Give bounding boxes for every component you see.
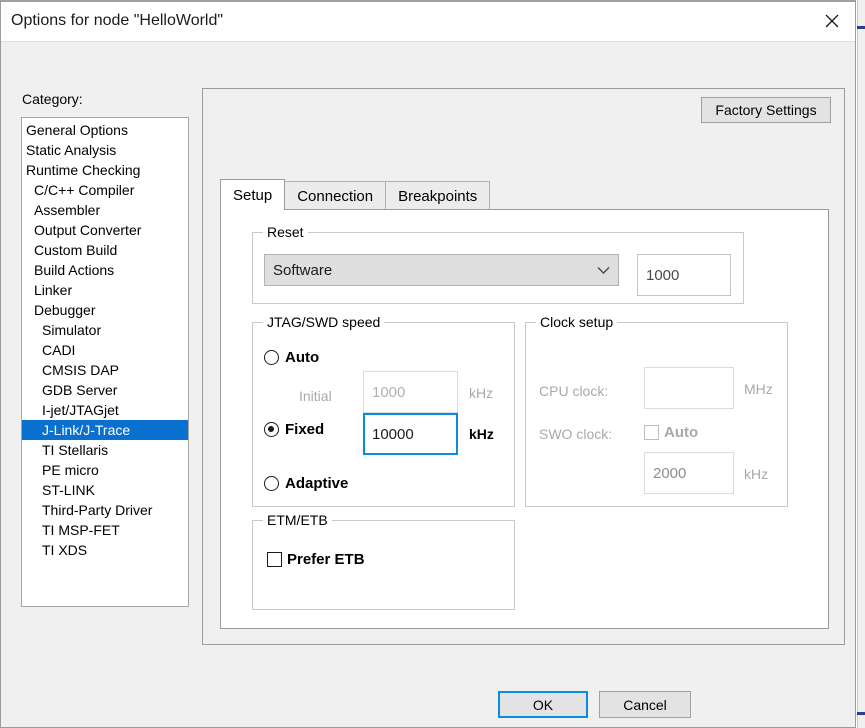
cpu-clock-input <box>644 367 734 409</box>
initial-speed-unit: kHz <box>469 385 494 401</box>
category-item[interactable]: I-jet/JTAGjet <box>22 400 188 420</box>
tab-breakpoints[interactable]: Breakpoints <box>385 181 491 210</box>
category-item[interactable]: PE micro <box>22 460 188 480</box>
swo-clock-input <box>644 452 734 494</box>
initial-speed-input <box>363 371 458 413</box>
category-item[interactable]: Output Converter <box>22 220 188 240</box>
category-item[interactable]: Build Actions <box>22 260 188 280</box>
fixed-speed-unit: kHz <box>469 426 494 442</box>
dialog-title: Options for node "HelloWorld" <box>11 12 224 29</box>
swo-auto-label: Auto <box>664 424 699 441</box>
chevron-down-icon <box>588 266 618 275</box>
category-item[interactable]: Simulator <box>22 320 188 340</box>
category-item[interactable]: CMSIS DAP <box>22 360 188 380</box>
radio-adaptive-label: Adaptive <box>285 475 349 492</box>
checkbox-prefer-etb[interactable]: Prefer ETB <box>267 551 365 568</box>
category-item[interactable]: Custom Build <box>22 240 188 260</box>
options-dialog: Options for node "HelloWorld" Category: … <box>0 0 856 728</box>
background-window-strip <box>857 0 865 728</box>
reset-mode-dropdown[interactable]: Software <box>264 254 619 286</box>
category-item[interactable]: GDB Server <box>22 380 188 400</box>
radio-adaptive-indicator <box>264 476 279 491</box>
group-reset-title: Reset <box>263 224 308 240</box>
group-clock-setup: Clock setup CPU clock: MHz SWO clock: Au… <box>525 314 788 507</box>
ok-button[interactable]: OK <box>498 691 588 718</box>
tab-connection[interactable]: Connection <box>284 181 387 210</box>
swo-clock-label: SWO clock: <box>539 426 613 442</box>
category-item[interactable]: TI Stellaris <box>22 440 188 460</box>
category-item[interactable]: Third-Party Driver <box>22 500 188 520</box>
category-label: Category: <box>22 91 83 107</box>
settings-panel: Factory Settings Setup Connection Breakpoi… <box>202 88 845 645</box>
swo-clock-unit: kHz <box>744 466 769 482</box>
group-clock-title: Clock setup <box>536 314 618 330</box>
group-etm-title: ETM/ETB <box>263 512 332 528</box>
factory-settings-button[interactable]: Factory Settings <box>701 97 831 123</box>
category-item[interactable]: Linker <box>22 280 188 300</box>
radio-speed-fixed[interactable]: Fixed <box>264 421 324 438</box>
radio-auto-indicator <box>264 350 279 365</box>
category-item[interactable]: Assembler <box>22 200 188 220</box>
checkbox-swo-auto: Auto <box>644 424 698 441</box>
category-listbox[interactable]: General Options Static Analysis Runtime Ch… <box>21 117 189 607</box>
tab-page-setup: Reset Software JTAG/SWD speed Auto <box>220 209 829 629</box>
group-jtag-swd-speed: JTAG/SWD speed Auto Initial kHz Fixed kH… <box>252 314 515 507</box>
background-window-accent-bottom <box>857 712 865 715</box>
radio-speed-auto[interactable]: Auto <box>264 349 319 366</box>
category-item[interactable]: C/C++ Compiler <box>22 180 188 200</box>
fixed-speed-input[interactable] <box>363 413 458 455</box>
group-reset: Reset Software <box>252 224 744 304</box>
category-item[interactable]: TI XDS <box>22 540 188 560</box>
group-jtag-title: JTAG/SWD speed <box>263 314 385 330</box>
cpu-clock-label: CPU clock: <box>539 383 609 399</box>
prefer-etb-checkbox-indicator <box>267 552 282 567</box>
initial-speed-label: Initial <box>299 388 332 404</box>
close-icon[interactable] <box>809 2 855 40</box>
cpu-clock-unit: MHz <box>744 381 773 397</box>
reset-timeout-input[interactable] <box>637 254 731 296</box>
swo-auto-checkbox-indicator <box>644 425 659 440</box>
radio-auto-label: Auto <box>285 349 320 366</box>
radio-fixed-indicator <box>264 422 279 437</box>
cancel-button[interactable]: Cancel <box>599 691 691 718</box>
category-item[interactable]: Static Analysis <box>22 140 188 160</box>
tab-strip: Setup Connection Breakpoints <box>220 179 491 210</box>
category-item[interactable]: Debugger <box>22 300 188 320</box>
category-item[interactable]: Runtime Checking <box>22 160 188 180</box>
category-item[interactable]: CADI <box>22 340 188 360</box>
background-window-accent-top <box>857 26 865 29</box>
radio-speed-adaptive[interactable]: Adaptive <box>264 475 348 492</box>
reset-mode-value: Software <box>273 261 333 279</box>
category-item[interactable]: TI MSP-FET <box>22 520 188 540</box>
category-item[interactable]: ST-LINK <box>22 480 188 500</box>
category-item[interactable]: General Options <box>22 120 188 140</box>
prefer-etb-label: Prefer ETB <box>287 551 365 568</box>
title-bar: Options for node "HelloWorld" <box>1 2 855 42</box>
category-item[interactable]: J-Link/J-Trace <box>22 420 188 440</box>
group-etm-etb: ETM/ETB Prefer ETB <box>252 512 515 610</box>
radio-fixed-label: Fixed <box>285 421 325 438</box>
tab-setup[interactable]: Setup <box>220 179 286 210</box>
